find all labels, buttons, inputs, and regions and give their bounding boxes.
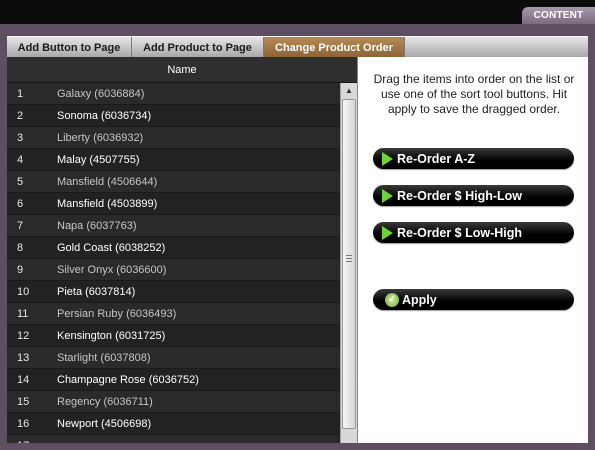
- list-item[interactable]: 12 Kensington (6031725): [7, 325, 340, 347]
- reorder-high-low-button[interactable]: Re-Order $ High-Low: [373, 185, 574, 206]
- instructions-text: Drag the items into order on the list or…: [373, 72, 575, 116]
- product-name: Galaxy (6036884): [57, 87, 145, 100]
- list-item[interactable]: 7 Napa (6037763): [7, 215, 340, 237]
- apply-label: Apply: [402, 292, 437, 307]
- row-number: 3: [17, 131, 24, 144]
- sort-tools-panel: Drag the items into order on the list or…: [357, 57, 588, 443]
- product-name: Champagne Rose (6036752): [57, 373, 199, 386]
- product-name: Gold Coast (6038252): [57, 241, 166, 254]
- product-name: Kensington (6031725): [57, 329, 166, 342]
- product-name: Napa (6037763): [57, 219, 137, 232]
- product-name: Pieta (6037814): [57, 285, 136, 298]
- product-name: Starlight (6037808): [57, 351, 151, 364]
- play-arrow-icon: [382, 151, 393, 166]
- play-arrow-icon: [382, 225, 393, 240]
- product-name: Liberty (6036932): [57, 131, 144, 144]
- product-list-panel: Name 1 Galaxy (6036884) 2 Sonoma (6036734) 3…: [7, 57, 357, 443]
- apply-button[interactable]: ✓ Apply: [373, 289, 574, 310]
- product-list: 1 Galaxy (6036884) 2 Sonoma (6036734) 3 Liber…: [7, 83, 340, 443]
- list-item[interactable]: 16 Newport (4506698): [7, 413, 340, 435]
- row-number: 9: [17, 263, 24, 276]
- product-name: Mansfield (4506644): [57, 175, 158, 188]
- reorder-low-high-label: Re-Order $ Low-High: [397, 225, 523, 240]
- list-item[interactable]: 13 Starlight (6037808): [7, 347, 340, 369]
- row-number: 4: [17, 153, 24, 166]
- row-number: 10: [17, 285, 30, 298]
- reorder-a-z-button[interactable]: Re-Order A-Z: [373, 148, 574, 169]
- list-item[interactable]: 15 Regency (6036711): [7, 391, 340, 413]
- list-item[interactable]: 10 Pieta (6037814): [7, 281, 340, 303]
- list-item[interactable]: 5 Mansfield (4506644): [7, 171, 340, 193]
- product-name: Persian Ruby (6036493): [57, 307, 177, 320]
- reorder-low-high-button[interactable]: Re-Order $ Low-High: [373, 222, 574, 243]
- row-number: 16: [17, 417, 30, 430]
- grip-icon: [346, 255, 352, 262]
- play-arrow-icon: [382, 188, 393, 203]
- list-item[interactable]: 1 Galaxy (6036884): [7, 83, 340, 105]
- list-item[interactable]: 14 Champagne Rose (6036752): [7, 369, 340, 391]
- list-item[interactable]: 11 Persian Ruby (6036493): [7, 303, 340, 325]
- reorder-a-z-label: Re-Order A-Z: [397, 151, 476, 166]
- list-item[interactable]: 3 Liberty (6036932): [7, 127, 340, 149]
- scroll-up-arrow-icon[interactable]: ▲: [343, 85, 355, 97]
- row-number: 13: [17, 351, 30, 364]
- tab-bar: Add Button to Page Add Product to Page C…: [7, 36, 588, 58]
- list-item[interactable]: 6 Mansfield (4503899): [7, 193, 340, 215]
- row-number: 6: [17, 197, 24, 210]
- tab-add-product-to-page[interactable]: Add Product to Page: [132, 37, 264, 58]
- row-number: 17: [7, 440, 57, 444]
- tab-change-product-order[interactable]: Change Product Order: [264, 37, 405, 58]
- list-item[interactable]: 2 Sonoma (6036734): [7, 105, 340, 127]
- top-strip: [0, 0, 595, 24]
- content-tab[interactable]: CONTENT: [522, 7, 595, 24]
- list-scrollbar[interactable]: ▲: [340, 83, 357, 443]
- list-item[interactable]: 9 Silver Onyx (6036600): [7, 259, 340, 281]
- row-number: 15: [17, 395, 30, 408]
- product-name: Mansfield (4503899): [57, 197, 158, 210]
- column-header-name[interactable]: Name: [7, 57, 357, 83]
- row-number: 11: [17, 307, 29, 320]
- row-number: 12: [17, 329, 30, 342]
- row-number: 5: [17, 175, 24, 188]
- row-number: 8: [17, 241, 24, 254]
- row-number: 7: [17, 219, 24, 232]
- row-number: 14: [17, 373, 30, 386]
- checkmark-icon: ✓: [385, 292, 399, 307]
- list-item[interactable]: 17: [7, 435, 340, 443]
- list-item[interactable]: 8 Gold Coast (6038252): [7, 237, 340, 259]
- product-name: Newport (4506698): [57, 417, 152, 430]
- list-item[interactable]: 4 Malay (4507755): [7, 149, 340, 171]
- product-name: Sonoma (6036734): [57, 109, 152, 122]
- product-name: Malay (4507755): [57, 153, 140, 166]
- row-number: 2: [17, 109, 24, 122]
- product-name: Silver Onyx (6036600): [57, 263, 167, 276]
- reorder-high-low-label: Re-Order $ High-Low: [397, 188, 523, 203]
- tab-add-button-to-page[interactable]: Add Button to Page: [7, 37, 132, 58]
- product-name: Regency (6036711): [57, 395, 153, 408]
- row-number: 1: [17, 87, 24, 100]
- scroll-thumb[interactable]: [342, 99, 356, 429]
